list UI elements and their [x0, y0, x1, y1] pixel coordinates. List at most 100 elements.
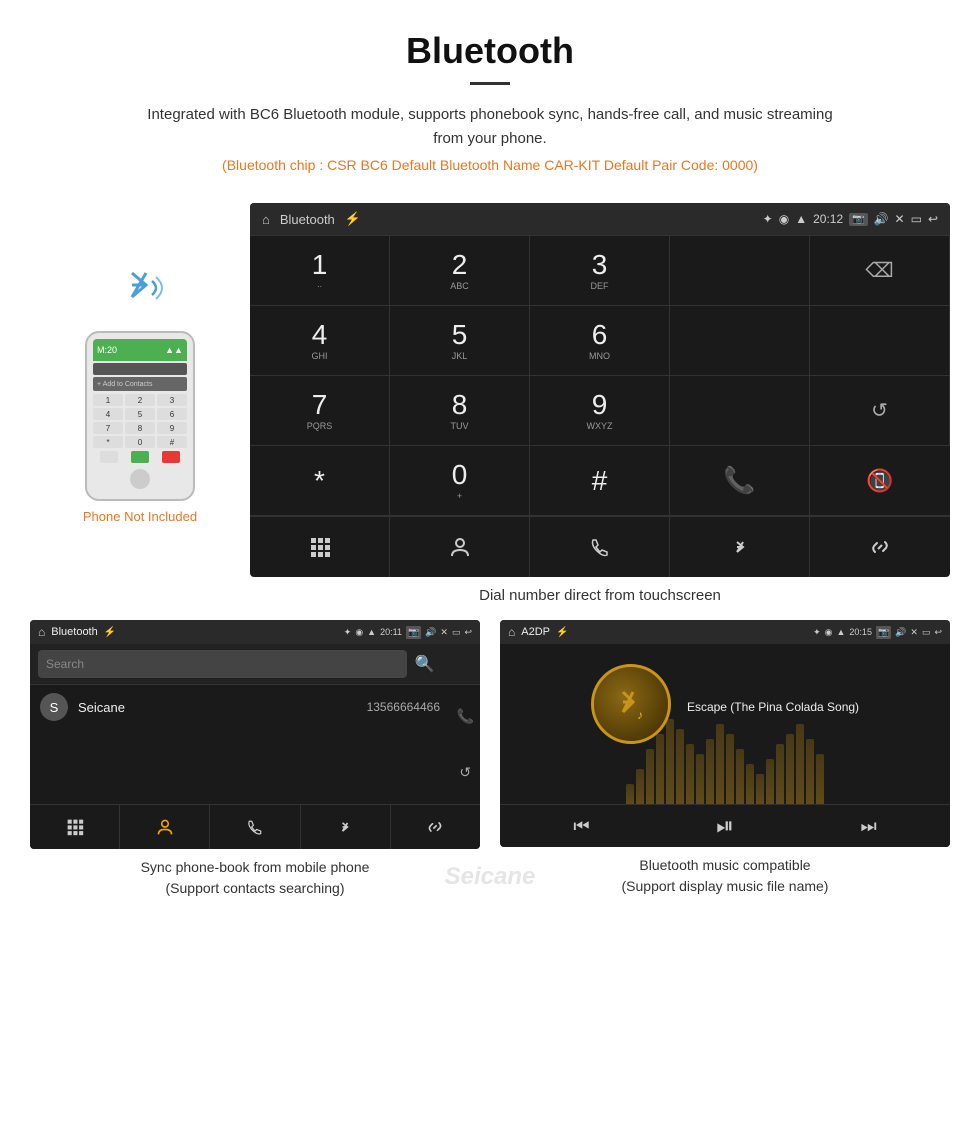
window-icon[interactable]: ▭ [911, 212, 922, 226]
pb-search-input[interactable]: Search [38, 650, 407, 678]
tb-link-btn[interactable] [810, 517, 950, 577]
phone-illustration-col: M:20 ▲▲ + Add to Contacts 1 2 3 4 5 6 7 … [30, 203, 250, 524]
dp-key-7[interactable]: 7 PQRS [250, 376, 390, 446]
x-icon[interactable]: ✕ [895, 212, 905, 226]
pb-tb-dialpad[interactable] [30, 805, 120, 849]
phone-home-btn [130, 469, 150, 489]
pb-side-refresh-icon[interactable]: ↺ [459, 764, 471, 781]
pb-contact-area: S Seicane 13566664466 📞 ↺ [30, 684, 480, 804]
phone-device: M:20 ▲▲ + Add to Contacts 1 2 3 4 5 6 7 … [85, 331, 195, 501]
dp-key-1[interactable]: 1 ∙∙ [250, 236, 390, 306]
pb-tb-phone[interactable] [210, 805, 300, 849]
phone-key-7: 7 [93, 422, 123, 434]
phone-bottom-row [93, 451, 187, 463]
dp-letters-2: ABC [450, 281, 469, 291]
pb-camera-icon: 📷 [406, 626, 421, 639]
music-next-btn[interactable]: ⏭ [860, 816, 876, 837]
dp-empty-r2c5 [810, 306, 950, 376]
back-icon[interactable]: ↩ [928, 212, 938, 226]
tb-bluetooth-btn[interactable] [670, 517, 810, 577]
dp-key-5[interactable]: 5 JKL [390, 306, 530, 376]
search-icon[interactable]: 🔍 [415, 654, 435, 674]
music-caption: Bluetooth music compatible (Support disp… [500, 847, 950, 901]
dp-key-9[interactable]: 9 WXYZ [530, 376, 670, 446]
pb-back-icon: ↩ [464, 627, 472, 638]
dp-key-6[interactable]: 6 MNO [530, 306, 670, 376]
dp-refresh-btn[interactable]: ↺ [810, 376, 950, 446]
page-description: Integrated with BC6 Bluetooth module, su… [140, 103, 840, 151]
backspace-icon: ⌫ [865, 258, 893, 283]
tb-dialpad-btn[interactable] [250, 517, 390, 577]
dp-key-0[interactable]: 0 + [390, 446, 530, 516]
music-prev-btn[interactable]: ⏮ [573, 816, 589, 837]
person-icon [449, 536, 471, 558]
screen-statusbar: ⌂ Bluetooth ⚡ ✦ ◉ ▲ 20:12 📷 🔊 ✕ ▭ ↩ [250, 203, 950, 235]
dp-num-star: * [314, 467, 325, 495]
phone-key-1: 1 [93, 394, 123, 406]
phone-icon [589, 536, 611, 558]
dp-key-star[interactable]: * [250, 446, 390, 516]
dp-num-6: 6 [592, 321, 608, 349]
pb-home-icon[interactable]: ⌂ [38, 625, 45, 639]
pb-tb-link[interactable] [391, 805, 480, 849]
dp-num-9: 9 [592, 391, 608, 419]
music-controls: ⏮ ⏯ ⏭ [500, 804, 950, 847]
home-icon[interactable]: ⌂ [262, 212, 270, 227]
bt-icon: ✦ [763, 212, 773, 226]
dp-end-btn[interactable]: 📵 [810, 446, 950, 516]
eq-bar [626, 784, 634, 804]
dp-letters-6: MNO [589, 351, 610, 361]
volume-icon[interactable]: 🔊 [874, 212, 889, 226]
phonebook-screen-wrap: ⌂ Bluetooth ⚡ ✦ ◉ ▲ 20:11 📷 🔊 ✕ ▭ ↩ [30, 620, 480, 903]
phone-key-9: 9 [157, 422, 187, 434]
pb-tb-bluetooth[interactable] [301, 805, 391, 849]
music-usb-icon: ⚡ [556, 627, 568, 638]
pb-contact-row[interactable]: S Seicane 13566664466 [30, 684, 480, 729]
music-vol-icon: 🔊 [895, 627, 906, 638]
music-screen-title: A2DP [521, 626, 550, 638]
phone-key-2: 2 [125, 394, 155, 406]
pb-contact-number: 13566664466 [367, 700, 440, 714]
music-screen: ⌂ A2DP ⚡ ✦ ◉ ▲ 20:15 📷 🔊 ✕ ▭ ↩ [500, 620, 950, 847]
pb-person-icon [156, 818, 174, 836]
dp-key-4[interactable]: 4 GHI [250, 306, 390, 376]
pb-side-phone-icon[interactable]: 📞 [457, 708, 474, 725]
dp-key-hash[interactable]: # [530, 446, 670, 516]
big-screen: ⌂ Bluetooth ⚡ ✦ ◉ ▲ 20:12 📷 🔊 ✕ ▭ ↩ [250, 203, 950, 577]
time-display: 20:12 [813, 212, 843, 226]
camera-icon[interactable]: 📷 [849, 213, 867, 226]
music-x-icon: ✕ [910, 627, 918, 638]
dp-key-3[interactable]: 3 DEF [530, 236, 670, 306]
pb-tb-contacts[interactable] [120, 805, 210, 849]
phone-not-included-label: Phone Not Included [83, 509, 197, 524]
tb-phone-btn[interactable] [530, 517, 670, 577]
eq-bar [646, 749, 654, 804]
eq-bar [696, 754, 704, 804]
music-camera-icon: 📷 [876, 626, 891, 639]
dp-call-btn[interactable]: 📞 [670, 446, 810, 516]
dp-num-8: 8 [452, 391, 468, 419]
music-play-pause-btn[interactable]: ⏯ [716, 813, 734, 839]
music-home-icon[interactable]: ⌂ [508, 625, 515, 639]
main-screen-caption: Dial number direct from touchscreen [250, 577, 950, 620]
pb-signal-icon: ▲ [367, 627, 376, 637]
phonebook-caption-line2: (Support contacts searching) [166, 880, 345, 896]
dp-key-8[interactable]: 8 TUV [390, 376, 530, 446]
phone-key-star: * [93, 436, 123, 448]
dp-num-hash: # [592, 467, 608, 495]
status-right: ✦ ◉ ▲ 20:12 📷 🔊 ✕ ▭ ↩ [763, 212, 938, 226]
pb-search-bar: Search 🔍 [30, 644, 480, 684]
music-screen-wrap: ⌂ A2DP ⚡ ✦ ◉ ▲ 20:15 📷 🔊 ✕ ▭ ↩ [500, 620, 950, 903]
tb-contacts-btn[interactable] [390, 517, 530, 577]
pb-usb-icon: ⚡ [104, 627, 116, 638]
eq-bar [746, 764, 754, 804]
dp-letters-9: WXYZ [587, 421, 613, 431]
dp-key-2[interactable]: 2 ABC [390, 236, 530, 306]
dp-backspace-btn[interactable]: ⌫ [810, 236, 950, 306]
big-screen-col: ⌂ Bluetooth ⚡ ✦ ◉ ▲ 20:12 📷 🔊 ✕ ▭ ↩ [250, 203, 950, 620]
phone-end-btn [162, 451, 180, 463]
pb-screen-title: Bluetooth [51, 626, 97, 638]
music-song-title: Escape (The Pina Colada Song) [687, 700, 859, 714]
pb-time: 20:11 [380, 627, 402, 637]
music-bt-icon: ✦ [813, 627, 821, 638]
